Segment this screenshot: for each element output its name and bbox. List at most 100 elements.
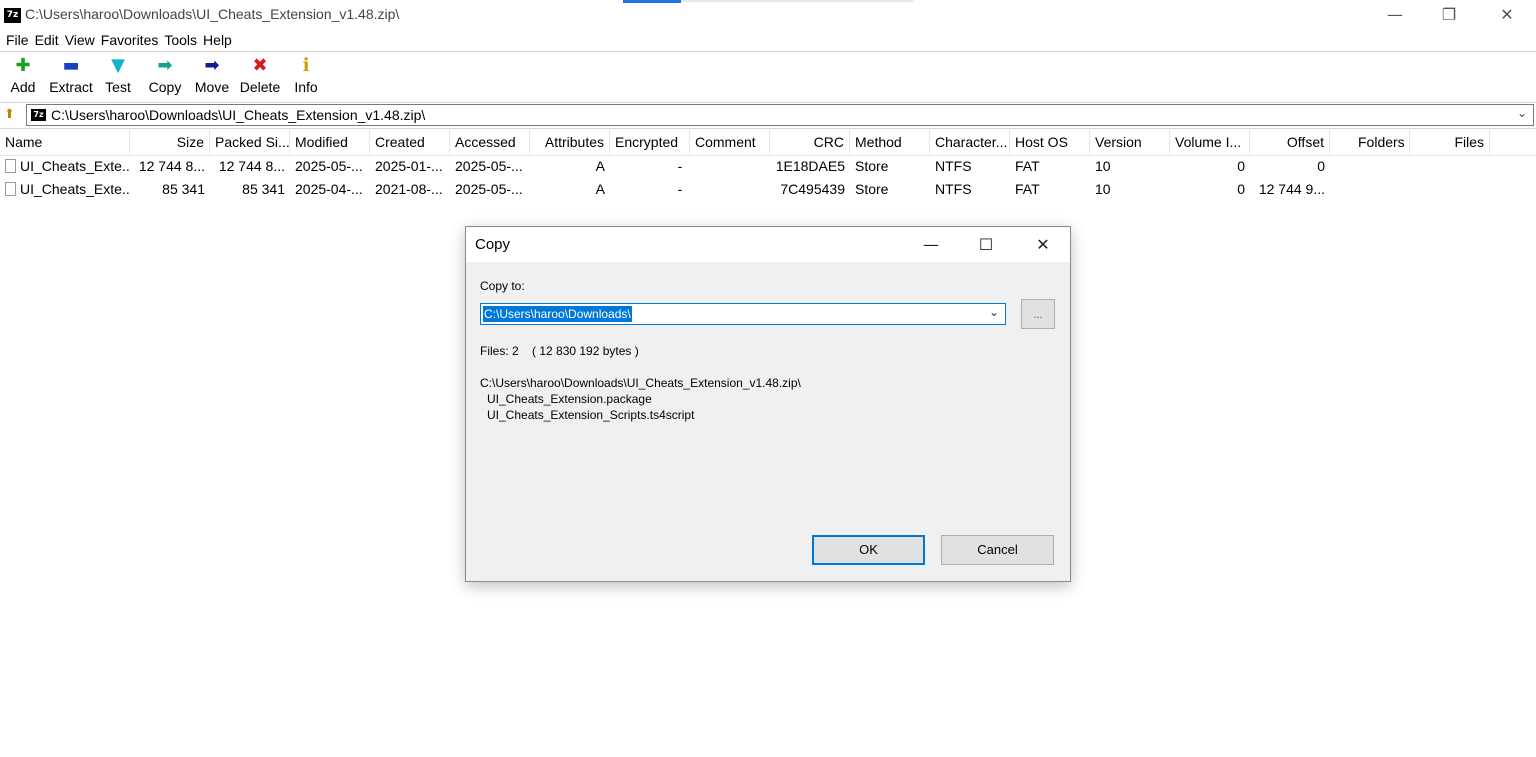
table-row[interactable]: UI_Cheats_Exte... 85 341 85 341 2025-04-… — [0, 178, 1536, 201]
browse-button[interactable]: ... — [1021, 299, 1055, 329]
col-crc[interactable]: CRC — [770, 130, 850, 155]
col-files[interactable]: Files — [1410, 130, 1490, 155]
cell-offset: 12 744 9... — [1258, 181, 1325, 197]
cell-packed-size: 85 341 — [242, 181, 285, 197]
table-row[interactable]: UI_Cheats_Exte... 12 744 8... 12 744 8..… — [0, 155, 1536, 178]
folder-up-icon[interactable]: ⬆ — [4, 107, 15, 122]
copy-to-value[interactable]: C:\Users\haroo\Downloads\ — [483, 306, 632, 322]
cell-host-os: FAT — [1015, 181, 1040, 197]
menu-edit[interactable]: Edit — [32, 30, 62, 50]
col-comment[interactable]: Comment — [690, 130, 770, 155]
cell-modified: 2025-04-... — [295, 181, 363, 197]
cell-modified: 2025-05-... — [295, 158, 363, 174]
cancel-button[interactable]: Cancel — [941, 535, 1054, 565]
col-name[interactable]: Name — [0, 130, 130, 155]
info-icon: ℹ — [302, 55, 310, 76]
col-version[interactable]: Version — [1090, 130, 1170, 155]
list-item: UI_Cheats_Extension_Scripts.ts4script — [487, 408, 695, 422]
col-folders[interactable]: Folders — [1330, 130, 1410, 155]
minus-icon: ▬ — [62, 55, 80, 76]
archive-icon: 7z — [31, 109, 46, 121]
col-method[interactable]: Method — [850, 130, 930, 155]
copy-arrow-icon: ➡ — [157, 55, 173, 76]
close-icon[interactable]: ✕ — [1484, 0, 1530, 30]
cell-accessed: 2025-05-... — [455, 158, 523, 174]
col-packed-size[interactable]: Packed Si... — [210, 130, 290, 155]
col-offset[interactable]: Offset — [1250, 130, 1330, 155]
menu-file[interactable]: File — [0, 30, 32, 50]
cell-size: 12 744 8... — [138, 158, 205, 174]
app-7z-icon: 7z — [4, 8, 21, 23]
cell-attributes: A — [595, 158, 605, 174]
cell-method: Store — [855, 181, 889, 197]
col-characteristics[interactable]: Character... — [930, 130, 1010, 155]
ok-button[interactable]: OK — [812, 535, 925, 565]
cell-comment — [690, 178, 770, 201]
info-button[interactable]: ℹ Info — [290, 54, 322, 96]
move-button[interactable]: ➡ Move — [192, 54, 232, 96]
col-accessed[interactable]: Accessed — [450, 130, 530, 155]
cell-size: 85 341 — [162, 181, 205, 197]
cell-version: 10 — [1095, 181, 1111, 197]
files-info: Files: 2 ( 12 830 192 bytes ) — [480, 344, 639, 358]
copy-to-label: Copy to: — [480, 279, 525, 293]
col-size[interactable]: Size — [130, 130, 210, 155]
address-input[interactable]: 7z C:\Users\haroo\Downloads\UI_Cheats_Ex… — [26, 104, 1534, 126]
check-icon: ▼ — [111, 55, 125, 76]
dialog-title: Copy — [475, 236, 511, 253]
menu-tools[interactable]: Tools — [161, 30, 200, 50]
cell-volume-index: 0 — [1237, 158, 1245, 174]
test-button[interactable]: ▼ Test — [100, 54, 136, 96]
file-icon — [5, 159, 16, 173]
cell-name: UI_Cheats_Exte... — [0, 178, 130, 201]
add-button[interactable]: ✚ Add — [4, 54, 42, 96]
chevron-down-icon[interactable]: ⌄ — [1517, 106, 1527, 120]
dialog-minimize-icon[interactable]: — — [906, 227, 956, 262]
window-title: C:\Users\haroo\Downloads\UI_Cheats_Exten… — [25, 6, 400, 22]
cell-offset: 0 — [1317, 158, 1325, 174]
menu-help[interactable]: Help — [200, 30, 235, 50]
chevron-down-icon[interactable]: ⌄ — [989, 305, 999, 319]
cell-comment — [690, 155, 770, 178]
taskbar-accent-track — [681, 0, 913, 2]
cell-created: 2021-08-... — [375, 181, 443, 197]
file-icon — [5, 182, 16, 196]
cell-version: 10 — [1095, 158, 1111, 174]
copy-button[interactable]: ➡ Copy — [145, 54, 185, 96]
cell-crc: 7C495439 — [780, 181, 845, 197]
delete-button[interactable]: ✖ Delete — [237, 54, 283, 96]
menu-favorites[interactable]: Favorites — [98, 30, 162, 50]
move-arrow-icon: ➡ — [204, 55, 220, 76]
menu-view[interactable]: View — [62, 30, 98, 50]
minimize-icon[interactable]: — — [1372, 0, 1418, 30]
dialog-title-bar: Copy — ☐ ✕ — [466, 227, 1070, 262]
dialog-maximize-icon[interactable]: ☐ — [961, 227, 1011, 262]
col-attributes[interactable]: Attributes — [530, 130, 610, 155]
dialog-close-icon[interactable]: ✕ — [1018, 227, 1068, 262]
cell-attributes: A — [595, 181, 605, 197]
cell-characteristics: NTFS — [935, 158, 972, 174]
col-created[interactable]: Created — [370, 130, 450, 155]
menu-bar: File Edit View Favorites Tools Help — [0, 30, 1536, 50]
col-volume-index[interactable]: Volume I... — [1170, 130, 1250, 155]
column-header: Name Size Packed Si... Modified Created … — [0, 130, 1536, 156]
source-path: C:\Users\haroo\Downloads\UI_Cheats_Exten… — [480, 376, 801, 390]
title-bar: 7z C:\Users\haroo\Downloads\UI_Cheats_Ex… — [0, 0, 1536, 30]
cell-volume-index: 0 — [1237, 181, 1245, 197]
cell-name: UI_Cheats_Exte... — [0, 155, 130, 178]
cell-accessed: 2025-05-... — [455, 181, 523, 197]
cell-method: Store — [855, 158, 889, 174]
toolbar: ✚ Add ▬ Extract ▼ Test ➡ Copy ➡ Move ✖ D… — [0, 51, 1536, 100]
cell-host-os: FAT — [1015, 158, 1040, 174]
restore-icon[interactable]: ❐ — [1426, 0, 1472, 30]
extract-button[interactable]: ▬ Extract — [46, 54, 96, 96]
col-host-os[interactable]: Host OS — [1010, 130, 1090, 155]
cell-characteristics: NTFS — [935, 181, 972, 197]
taskbar-accent — [623, 0, 681, 3]
cell-packed-size: 12 744 8... — [218, 158, 285, 174]
col-modified[interactable]: Modified — [290, 130, 370, 155]
col-encrypted[interactable]: Encrypted — [610, 130, 690, 155]
copy-dialog: Copy — ☐ ✕ Copy to: C:\Users\haroo\Downl… — [465, 226, 1071, 582]
delete-x-icon: ✖ — [252, 55, 268, 76]
copy-to-combobox[interactable]: C:\Users\haroo\Downloads\ ⌄ — [480, 303, 1006, 325]
